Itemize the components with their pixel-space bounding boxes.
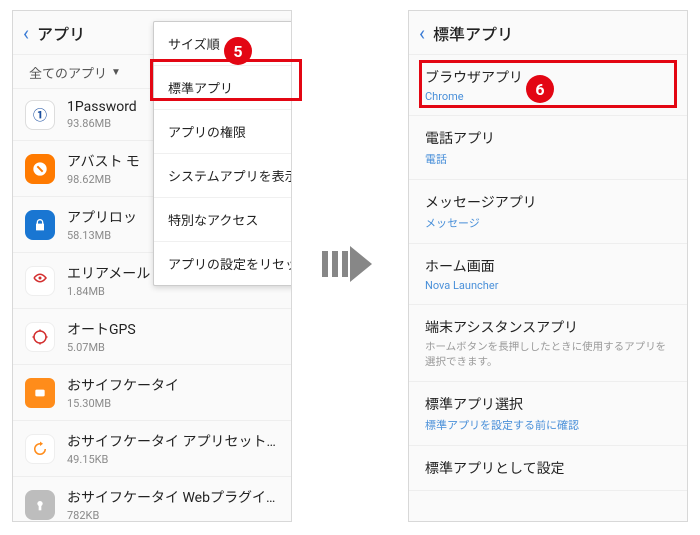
menu-item-reset-prefs[interactable]: アプリの設定をリセット	[154, 242, 292, 285]
setting-value: Nova Launcher	[425, 279, 671, 292]
back-icon[interactable]: ‹	[23, 23, 29, 43]
header-title: アプリ	[37, 21, 85, 45]
setting-value: メッセージ	[425, 215, 671, 231]
setting-value: 標準アプリを設定する前に確認	[425, 417, 671, 433]
app-name: オートGPS	[67, 319, 136, 339]
app-icon-1password: ①	[25, 100, 55, 130]
app-size: 49.15KB	[67, 453, 279, 466]
app-icon-osaifu-web	[25, 490, 55, 520]
setting-description: ホームボタンを長押ししたときに使用するアプリを選択できます。	[425, 340, 671, 369]
app-icon-osaifu-setup	[25, 434, 55, 464]
app-row[interactable]: オートGPS 5.07MB	[13, 308, 291, 364]
setting-default-select[interactable]: 標準アプリ選択 標準アプリを設定する前に確認	[409, 382, 687, 446]
phone-apps-screen: ‹ アプリ 全てのアプリ ▼ ① 1Password 93.86MB アバスト …	[12, 10, 292, 522]
setting-title: 標準アプリ選択	[425, 394, 671, 414]
setting-title: 端末アシスタンスアプリ	[425, 317, 671, 337]
app-size: 1.84MB	[67, 285, 150, 298]
app-icon-autogps	[25, 322, 55, 352]
app-row[interactable]: おサイフケータイ Webプラグイン 782KB	[13, 476, 291, 522]
setting-assistant-app[interactable]: 端末アシスタンスアプリ ホームボタンを長押ししたときに使用するアプリを選択できま…	[409, 305, 687, 382]
setting-set-as-default[interactable]: 標準アプリとして設定	[409, 446, 687, 491]
overflow-menu: サイズ順 標準アプリ アプリの権限 システムアプリを表示 特別なアクセス アプリ…	[153, 21, 292, 286]
app-size: 98.62MB	[67, 173, 140, 186]
setting-value: 電話	[425, 151, 671, 167]
app-name: アプリロッ	[67, 207, 137, 227]
setting-message-app[interactable]: メッセージアプリ メッセージ	[409, 180, 687, 244]
step-badge-6: 6	[526, 75, 554, 103]
app-icon-applock	[25, 210, 55, 240]
header-title: 標準アプリ	[433, 21, 513, 45]
app-name: おサイフケータイ	[67, 375, 179, 395]
filter-label: 全てのアプリ	[29, 63, 107, 82]
app-size: 93.86MB	[67, 117, 137, 130]
setting-title: 電話アプリ	[425, 128, 671, 148]
menu-item-sort-size[interactable]: サイズ順	[154, 22, 292, 66]
chevron-down-icon: ▼	[111, 67, 121, 78]
app-icon-avast	[25, 154, 55, 184]
setting-title: ホーム画面	[425, 256, 671, 276]
app-size: 782KB	[67, 509, 279, 522]
setting-title: 標準アプリとして設定	[425, 458, 671, 478]
menu-item-app-permissions[interactable]: アプリの権限	[154, 110, 292, 154]
app-name: おサイフケータイ アプリセットアップ	[67, 431, 279, 451]
app-name: おサイフケータイ Webプラグイン	[67, 487, 279, 507]
menu-item-show-system[interactable]: システムアプリを表示	[154, 154, 292, 198]
app-name: アバスト モ	[67, 151, 140, 171]
header-bar: ‹ 標準アプリ	[409, 11, 687, 55]
back-icon[interactable]: ‹	[419, 23, 425, 43]
app-row[interactable]: おサイフケータイ 15.30MB	[13, 364, 291, 420]
menu-item-default-apps[interactable]: 標準アプリ	[154, 66, 292, 110]
setting-phone-app[interactable]: 電話アプリ 電話	[409, 116, 687, 180]
menu-item-special-access[interactable]: 特別なアクセス	[154, 198, 292, 242]
default-apps-list: ブラウザアプリ Chrome 電話アプリ 電話 メッセージアプリ メッセージ ホ…	[409, 55, 687, 491]
app-row[interactable]: おサイフケータイ アプリセットアップ 49.15KB	[13, 420, 291, 476]
app-size: 58.13MB	[67, 229, 137, 242]
app-icon-areamail	[25, 266, 55, 296]
arrow-right-icon	[322, 246, 372, 282]
app-size: 5.07MB	[67, 341, 136, 354]
setting-title: メッセージアプリ	[425, 192, 671, 212]
app-icon-osaifu	[25, 378, 55, 408]
step-badge-5: 5	[224, 37, 252, 65]
setting-home-app[interactable]: ホーム画面 Nova Launcher	[409, 244, 687, 305]
app-size: 15.30MB	[67, 397, 179, 410]
app-name: 1Password	[67, 99, 137, 115]
app-name: エリアメール	[67, 263, 150, 283]
